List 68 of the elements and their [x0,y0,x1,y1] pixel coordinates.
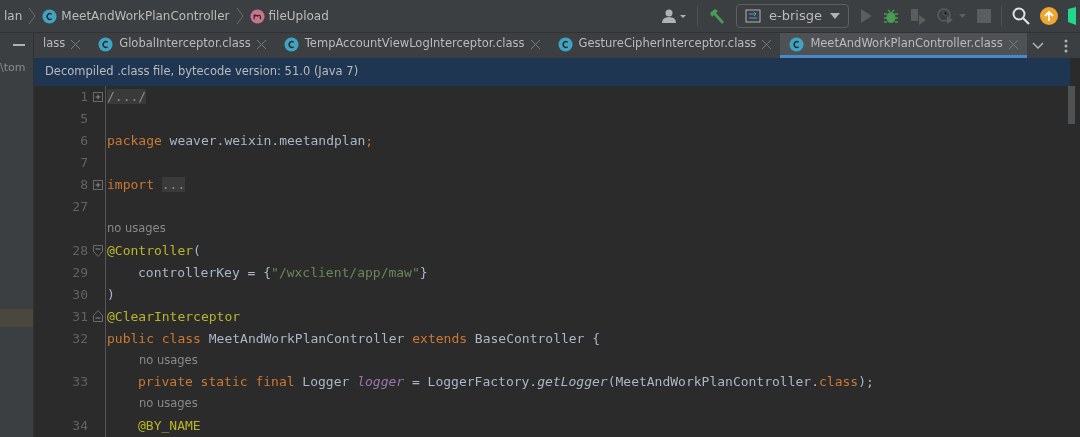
class-icon [789,36,805,52]
configuration-icon [745,9,762,23]
line-number: 32 [72,330,88,346]
close-icon[interactable] [530,39,540,49]
method-icon [249,8,265,24]
line-number: 30 [72,286,88,302]
chevron-down-icon[interactable] [1032,42,1044,49]
coverage-icon[interactable] [909,7,927,25]
class-icon [42,8,58,24]
app-icon[interactable] [1068,7,1076,25]
editor-tab[interactable]: MeetAndWorkPlanController.class [780,33,1027,58]
hammer-icon[interactable] [708,7,727,25]
fold-end-icon[interactable] [92,310,103,323]
editor-tab[interactable]: GestureCipherInterceptor.class [548,33,781,58]
editor-tab[interactable]: lass [34,33,90,58]
line-number: 7 [80,155,88,171]
fold-minus-icon[interactable] [92,244,103,257]
breadcrumb[interactable]: fileUpload [268,7,329,25]
close-icon[interactable] [256,39,266,49]
search-icon[interactable] [1012,7,1030,25]
line-number: 27 [72,198,88,214]
usage-hint[interactable]: no usages [107,219,166,238]
highlighted-row [0,308,33,327]
chevron-icon [28,7,37,25]
code-line: @BY_NAME [138,417,201,436]
profiler-icon[interactable] [937,7,967,25]
more-icon[interactable] [1064,38,1068,53]
close-icon[interactable] [1008,39,1018,49]
code-line: private static final Logger logger = LoggerFactory.getLogger(MeetAndWorkPlanController.class); [138,373,874,392]
line-number: 8 [80,176,88,192]
info-banner: Decompiled .class file, bytecode version: 51.0 (Java 7) [34,58,1070,86]
code-line: public class MeetAndWorkPlanController extends BaseController { [107,329,601,348]
code-line: @ClearInterceptor [107,307,241,326]
line-number: 1 [80,89,88,105]
line-number: 28 [72,242,88,258]
line-number: 34 [72,418,88,434]
user-icon[interactable] [661,8,688,24]
close-icon[interactable] [762,39,772,49]
line-number: 6 [80,133,88,149]
caret-icon [830,13,840,19]
code-line: import ... [107,175,186,194]
breadcrumb[interactable]: lan [4,7,23,25]
update-icon[interactable] [1040,7,1058,25]
line-number: 5 [80,111,88,127]
line-number: 33 [72,374,88,390]
usage-hint[interactable]: no usages [139,351,198,369]
code-line: ) [107,285,115,304]
class-icon [557,36,573,52]
class-icon [283,36,299,52]
bug-icon[interactable] [883,8,899,24]
code-line: controllerKey = {"/wxclient/app/maw"} [138,263,428,282]
fold-plus-icon[interactable] [92,91,103,102]
line-number: 31 [72,308,88,324]
run-icon[interactable] [859,8,873,24]
usage-hint[interactable]: no usages [139,395,198,413]
breadcrumb[interactable]: MeetAndWorkPlanController [61,7,230,25]
tree-item[interactable]: \tom [0,60,26,77]
close-icon[interactable] [71,39,81,49]
code-line: @Controller( [107,241,201,260]
editor-tab[interactable]: GlobalInterceptor.class [89,33,275,58]
run-configuration-dropdown[interactable]: e-brisge [736,4,849,28]
class-icon [98,36,114,52]
editor-tab[interactable]: TempAccountViewLogInterceptor.class [274,33,549,58]
scrollbar[interactable] [1067,86,1075,124]
code-line: package weaver.weixin.meetandplan; [107,132,374,151]
chevron-icon [235,7,244,25]
line-number: 29 [72,264,88,280]
fold-plus-icon[interactable] [92,179,103,190]
